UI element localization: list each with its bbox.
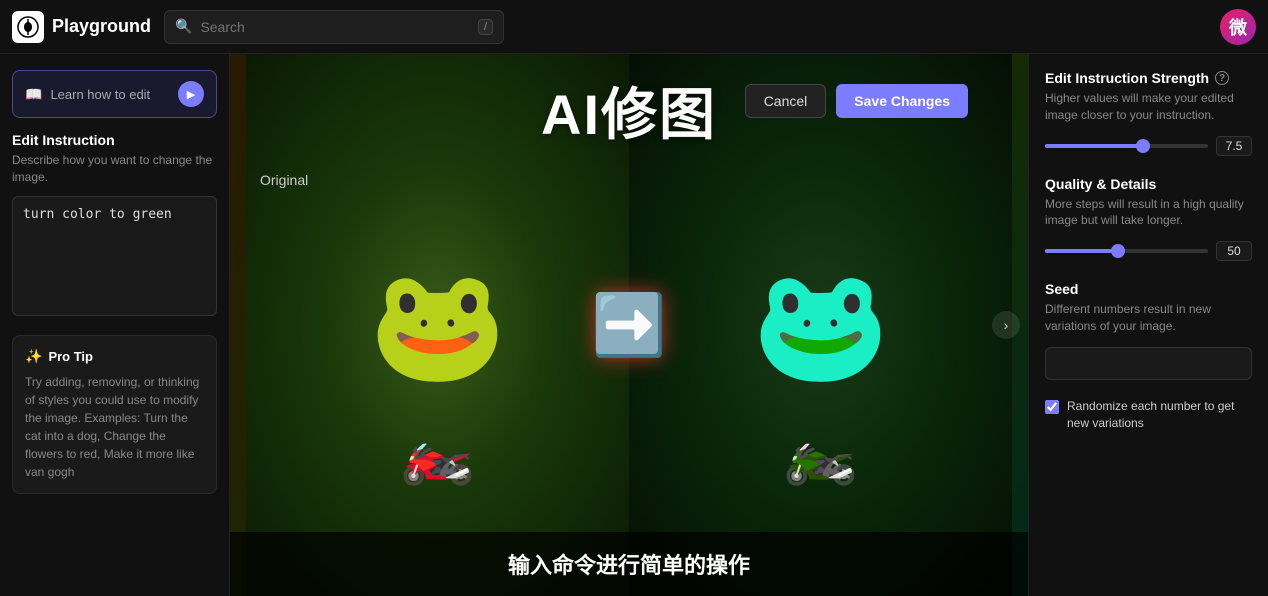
strength-slider-fill <box>1045 144 1143 148</box>
user-avatar[interactable]: 微 <box>1220 9 1256 45</box>
bottom-subtitle: 输入命令进行简单的操作 <box>230 532 1028 596</box>
logo-text: Playground <box>52 16 151 37</box>
original-label: Original <box>260 172 308 188</box>
learn-how-label: Learn how to edit <box>50 87 150 102</box>
seed-section: Seed Different numbers result in new var… <box>1045 281 1252 431</box>
pro-tip-title: ✨ Pro Tip <box>25 348 204 365</box>
logo-icon <box>12 11 44 43</box>
quality-section: Quality & Details More steps will result… <box>1045 176 1252 262</box>
main-layout: 📖 Learn how to edit ▶ Edit Instruction D… <box>0 54 1268 596</box>
seed-title: Seed <box>1045 281 1252 297</box>
strength-desc: Higher values will make your edited imag… <box>1045 90 1252 124</box>
quality-desc: More steps will result in a high quality… <box>1045 196 1252 230</box>
sidebar: 📖 Learn how to edit ▶ Edit Instruction D… <box>0 54 230 596</box>
learn-play-button[interactable]: ▶ <box>178 81 204 107</box>
search-input[interactable] <box>200 19 470 35</box>
edit-instruction-desc: Describe how you want to change the imag… <box>12 152 217 186</box>
strength-slider-row: 7.5 <box>1045 136 1252 156</box>
strength-slider-thumb[interactable] <box>1136 139 1150 153</box>
pro-tip-box: ✨ Pro Tip Try adding, removing, or think… <box>12 335 217 494</box>
quality-slider-row: 50 <box>1045 241 1252 261</box>
canvas-area: AI修图 Cancel Save Changes Original 🐸 🏍️ 🐸… <box>230 54 1028 596</box>
search-bar[interactable]: 🔍 / <box>164 10 504 44</box>
quality-value: 50 <box>1216 241 1252 261</box>
canvas-title: AI修图 <box>541 70 717 151</box>
strength-info-icon[interactable]: ? <box>1215 71 1229 85</box>
action-buttons: Cancel Save Changes <box>745 84 968 118</box>
quality-slider-thumb[interactable] <box>1111 244 1125 258</box>
randomize-label: Randomize each number to get new variati… <box>1067 398 1252 432</box>
edit-instruction-section: Edit Instruction Describe how you want t… <box>12 132 217 321</box>
seed-desc: Different numbers result in new variatio… <box>1045 301 1252 335</box>
right-panel: Edit Instruction Strength ? Higher value… <box>1028 54 1268 596</box>
edit-instruction-textarea[interactable] <box>12 196 217 316</box>
book-icon: 📖 <box>25 86 42 103</box>
randomize-checkbox[interactable] <box>1045 400 1059 414</box>
quality-slider-track[interactable] <box>1045 249 1208 253</box>
strength-section: Edit Instruction Strength ? Higher value… <box>1045 70 1252 156</box>
learn-how-button[interactable]: 📖 Learn how to edit ▶ <box>12 70 217 118</box>
strength-title: Edit Instruction Strength ? <box>1045 70 1252 86</box>
strength-slider-track[interactable] <box>1045 144 1208 148</box>
seed-input[interactable] <box>1045 347 1252 380</box>
search-shortcut: / <box>478 19 493 35</box>
quality-slider-fill <box>1045 249 1118 253</box>
strength-value: 7.5 <box>1216 136 1252 156</box>
arrow-icon: ➡️ <box>592 290 667 361</box>
logo-area: Playground <box>12 11 152 43</box>
pro-tip-text: Try adding, removing, or thinking of sty… <box>25 373 204 481</box>
star-icon: ✨ <box>25 348 42 365</box>
header: Playground 🔍 / 微 <box>0 0 1268 54</box>
randomize-row: Randomize each number to get new variati… <box>1045 398 1252 432</box>
canvas-scroll-right-button[interactable]: › <box>992 311 1020 339</box>
user-initial: 微 <box>1229 14 1247 40</box>
quality-title: Quality & Details <box>1045 176 1252 192</box>
save-button[interactable]: Save Changes <box>836 84 968 118</box>
edit-instruction-title: Edit Instruction <box>12 132 217 148</box>
search-icon: 🔍 <box>175 18 192 35</box>
cancel-button[interactable]: Cancel <box>745 84 827 118</box>
